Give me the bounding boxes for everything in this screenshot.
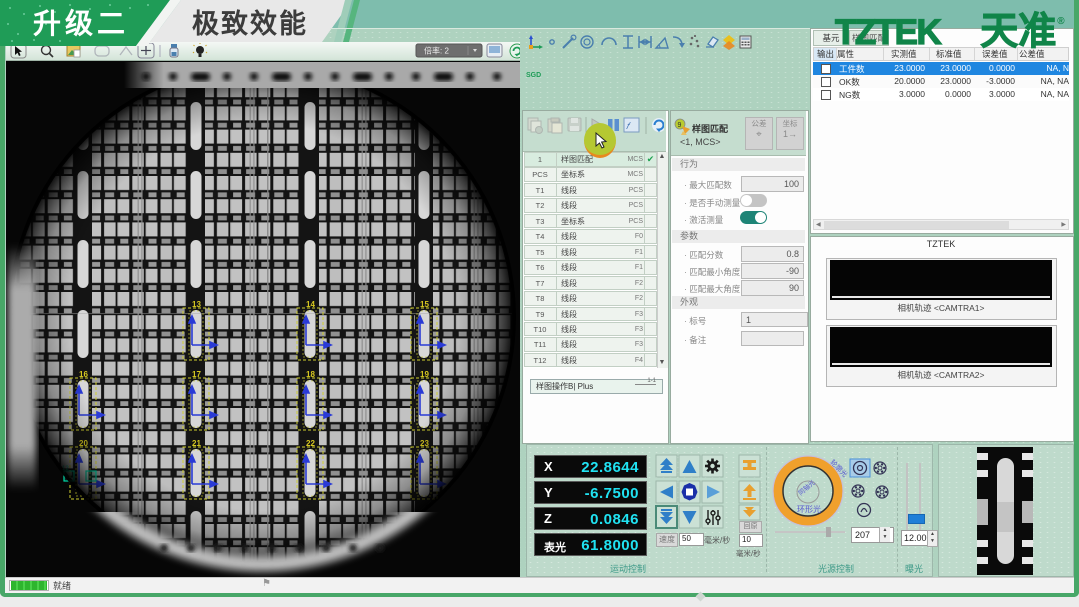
- svg-text:同轴光: 同轴光: [796, 477, 817, 497]
- svg-text:9: 9: [678, 122, 682, 129]
- svg-text:倍率: 2: 倍率: 2: [424, 46, 449, 56]
- svg-text:极致效能: 极致效能: [192, 8, 308, 39]
- svg-text:环形光: 环形光: [797, 504, 821, 514]
- svg-text:升级二: 升级二: [33, 8, 129, 39]
